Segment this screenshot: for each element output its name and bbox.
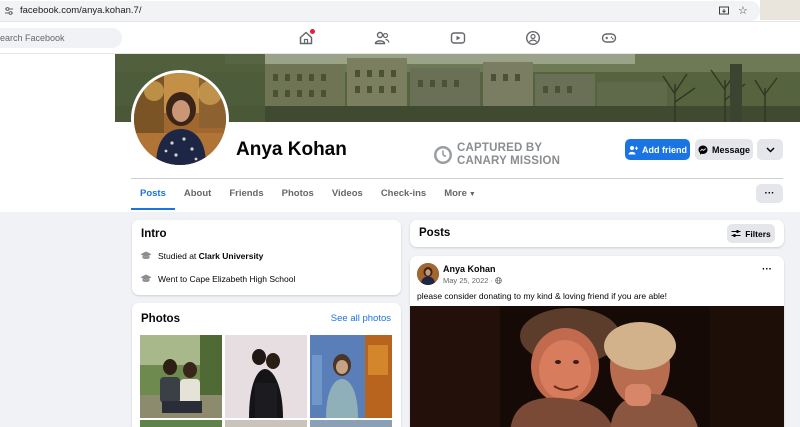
post-author-avatar-image — [417, 263, 439, 285]
intro-highschool-row: Went to Cape Elizabeth High School — [140, 273, 295, 285]
add-friend-label: Add friend — [642, 144, 687, 155]
tab-label: More — [444, 188, 467, 199]
message-label: Message — [711, 144, 751, 155]
profile-name: Anya Kohan — [236, 139, 347, 160]
add-friend-button[interactable]: Add friend — [625, 139, 690, 160]
profile-more-button[interactable] — [757, 139, 783, 160]
gaming-icon[interactable] — [601, 30, 617, 46]
site-settings-icon[interactable] — [4, 6, 14, 16]
posts-title: Posts — [419, 227, 451, 239]
filters-button[interactable]: Filters — [727, 224, 775, 243]
watch-icon[interactable] — [450, 30, 466, 46]
facebook-top-nav — [0, 22, 800, 54]
watermark-text: CAPTURED BY CANARY MISSION — [457, 142, 597, 167]
photo-thumbnail[interactable] — [140, 420, 222, 427]
tab-label: Friends — [229, 188, 264, 199]
intro-title: Intro — [141, 228, 167, 240]
post-author-avatar[interactable] — [417, 263, 439, 285]
post-photo[interactable] — [410, 306, 784, 427]
post-author-name[interactable]: Anya Kohan — [443, 264, 496, 274]
post-text: please consider donating to my kind & lo… — [417, 291, 667, 301]
message-button[interactable]: Message — [695, 139, 753, 160]
tab-label: Check-ins — [380, 188, 427, 199]
more-dots-icon: ··· — [764, 188, 775, 199]
photo-thumbnail-image — [225, 335, 307, 418]
url-text: facebook.com/anya.kohan.7/ — [20, 5, 142, 16]
tab-friends[interactable]: Friends — [220, 180, 272, 210]
graduation-cap-icon — [140, 251, 152, 259]
notification-dot — [310, 29, 315, 34]
intro-education-prefix: Studied at — [158, 251, 199, 261]
photos-title: Photos — [141, 313, 180, 325]
watermark-line-2: CANARY MISSION — [457, 154, 561, 167]
photo-thumbnail[interactable] — [225, 420, 307, 427]
intro-education-row: Studied at Clark University — [140, 250, 263, 262]
chevron-down-icon — [765, 146, 775, 153]
install-app-icon[interactable] — [718, 5, 730, 17]
browser-address-bar: facebook.com/anya.kohan.7/ ☆ — [0, 0, 800, 22]
posts-header-card: Posts Filters — [410, 220, 784, 247]
photos-card: Photos See all photos — [132, 303, 401, 427]
photo-thumbnail-image — [140, 335, 222, 418]
post-card: Anya Kohan May 25, 2022 · ··· please con… — [410, 256, 784, 427]
tabs-overflow-button[interactable]: ··· — [756, 184, 783, 203]
url-field[interactable]: facebook.com/anya.kohan.7/ ☆ — [0, 1, 760, 21]
messenger-icon — [698, 145, 708, 155]
globe-icon — [495, 277, 502, 284]
tab-label: About — [183, 188, 212, 199]
watermark-line-1: CAPTURED BY — [457, 142, 543, 154]
photo-thumbnail[interactable] — [140, 335, 222, 418]
header-divider — [131, 178, 783, 179]
photo-thumbnail[interactable] — [310, 335, 392, 418]
add-person-icon — [628, 145, 638, 154]
tab-check-ins[interactable]: Check-ins — [372, 180, 435, 210]
browser-profile-area[interactable] — [760, 0, 800, 20]
search-input[interactable] — [0, 28, 122, 48]
tab-label: Videos — [331, 188, 363, 199]
filters-label: Filters — [745, 228, 771, 239]
intro-school-link[interactable]: Clark University — [199, 251, 264, 261]
left-sidebar-blank — [0, 54, 115, 212]
intro-highschool-text: Went to Cape Elizabeth High School — [158, 274, 296, 284]
see-all-photos-link[interactable]: See all photos — [331, 313, 391, 324]
tab-photos[interactable]: Photos — [273, 180, 323, 210]
filters-icon — [731, 230, 741, 237]
bookmark-star-icon[interactable]: ☆ — [738, 4, 748, 17]
tab-label: Photos — [281, 188, 314, 199]
intro-card: Intro Studied at Clark University Went t… — [132, 220, 401, 295]
post-options-icon[interactable]: ··· — [762, 264, 772, 275]
post-photo-image — [410, 306, 784, 427]
tab-about[interactable]: About — [175, 180, 220, 210]
caret-down-icon: ▼ — [468, 191, 476, 198]
photo-thumbnail[interactable] — [225, 335, 307, 418]
photo-thumbnail[interactable] — [310, 420, 392, 427]
photo-thumbnail-image — [310, 335, 392, 418]
profile-picture-image — [134, 73, 226, 165]
tab-more[interactable]: More ▼ — [435, 180, 485, 210]
profile-picture[interactable] — [131, 70, 229, 168]
clock-icon — [434, 146, 452, 164]
graduation-cap-icon — [140, 274, 152, 282]
tab-videos[interactable]: Videos — [323, 180, 372, 210]
tab-label: Posts — [140, 188, 166, 199]
profile-tabs: Posts About Friends Photos Videos Check-… — [131, 180, 485, 210]
groups-icon[interactable] — [525, 30, 541, 46]
post-timestamp[interactable]: May 25, 2022 · — [443, 276, 502, 285]
intro-education-text: Studied at Clark University — [158, 251, 263, 261]
post-date-text: May 25, 2022 · — [443, 276, 494, 285]
friends-icon[interactable] — [374, 30, 390, 46]
tab-posts[interactable]: Posts — [131, 180, 175, 210]
